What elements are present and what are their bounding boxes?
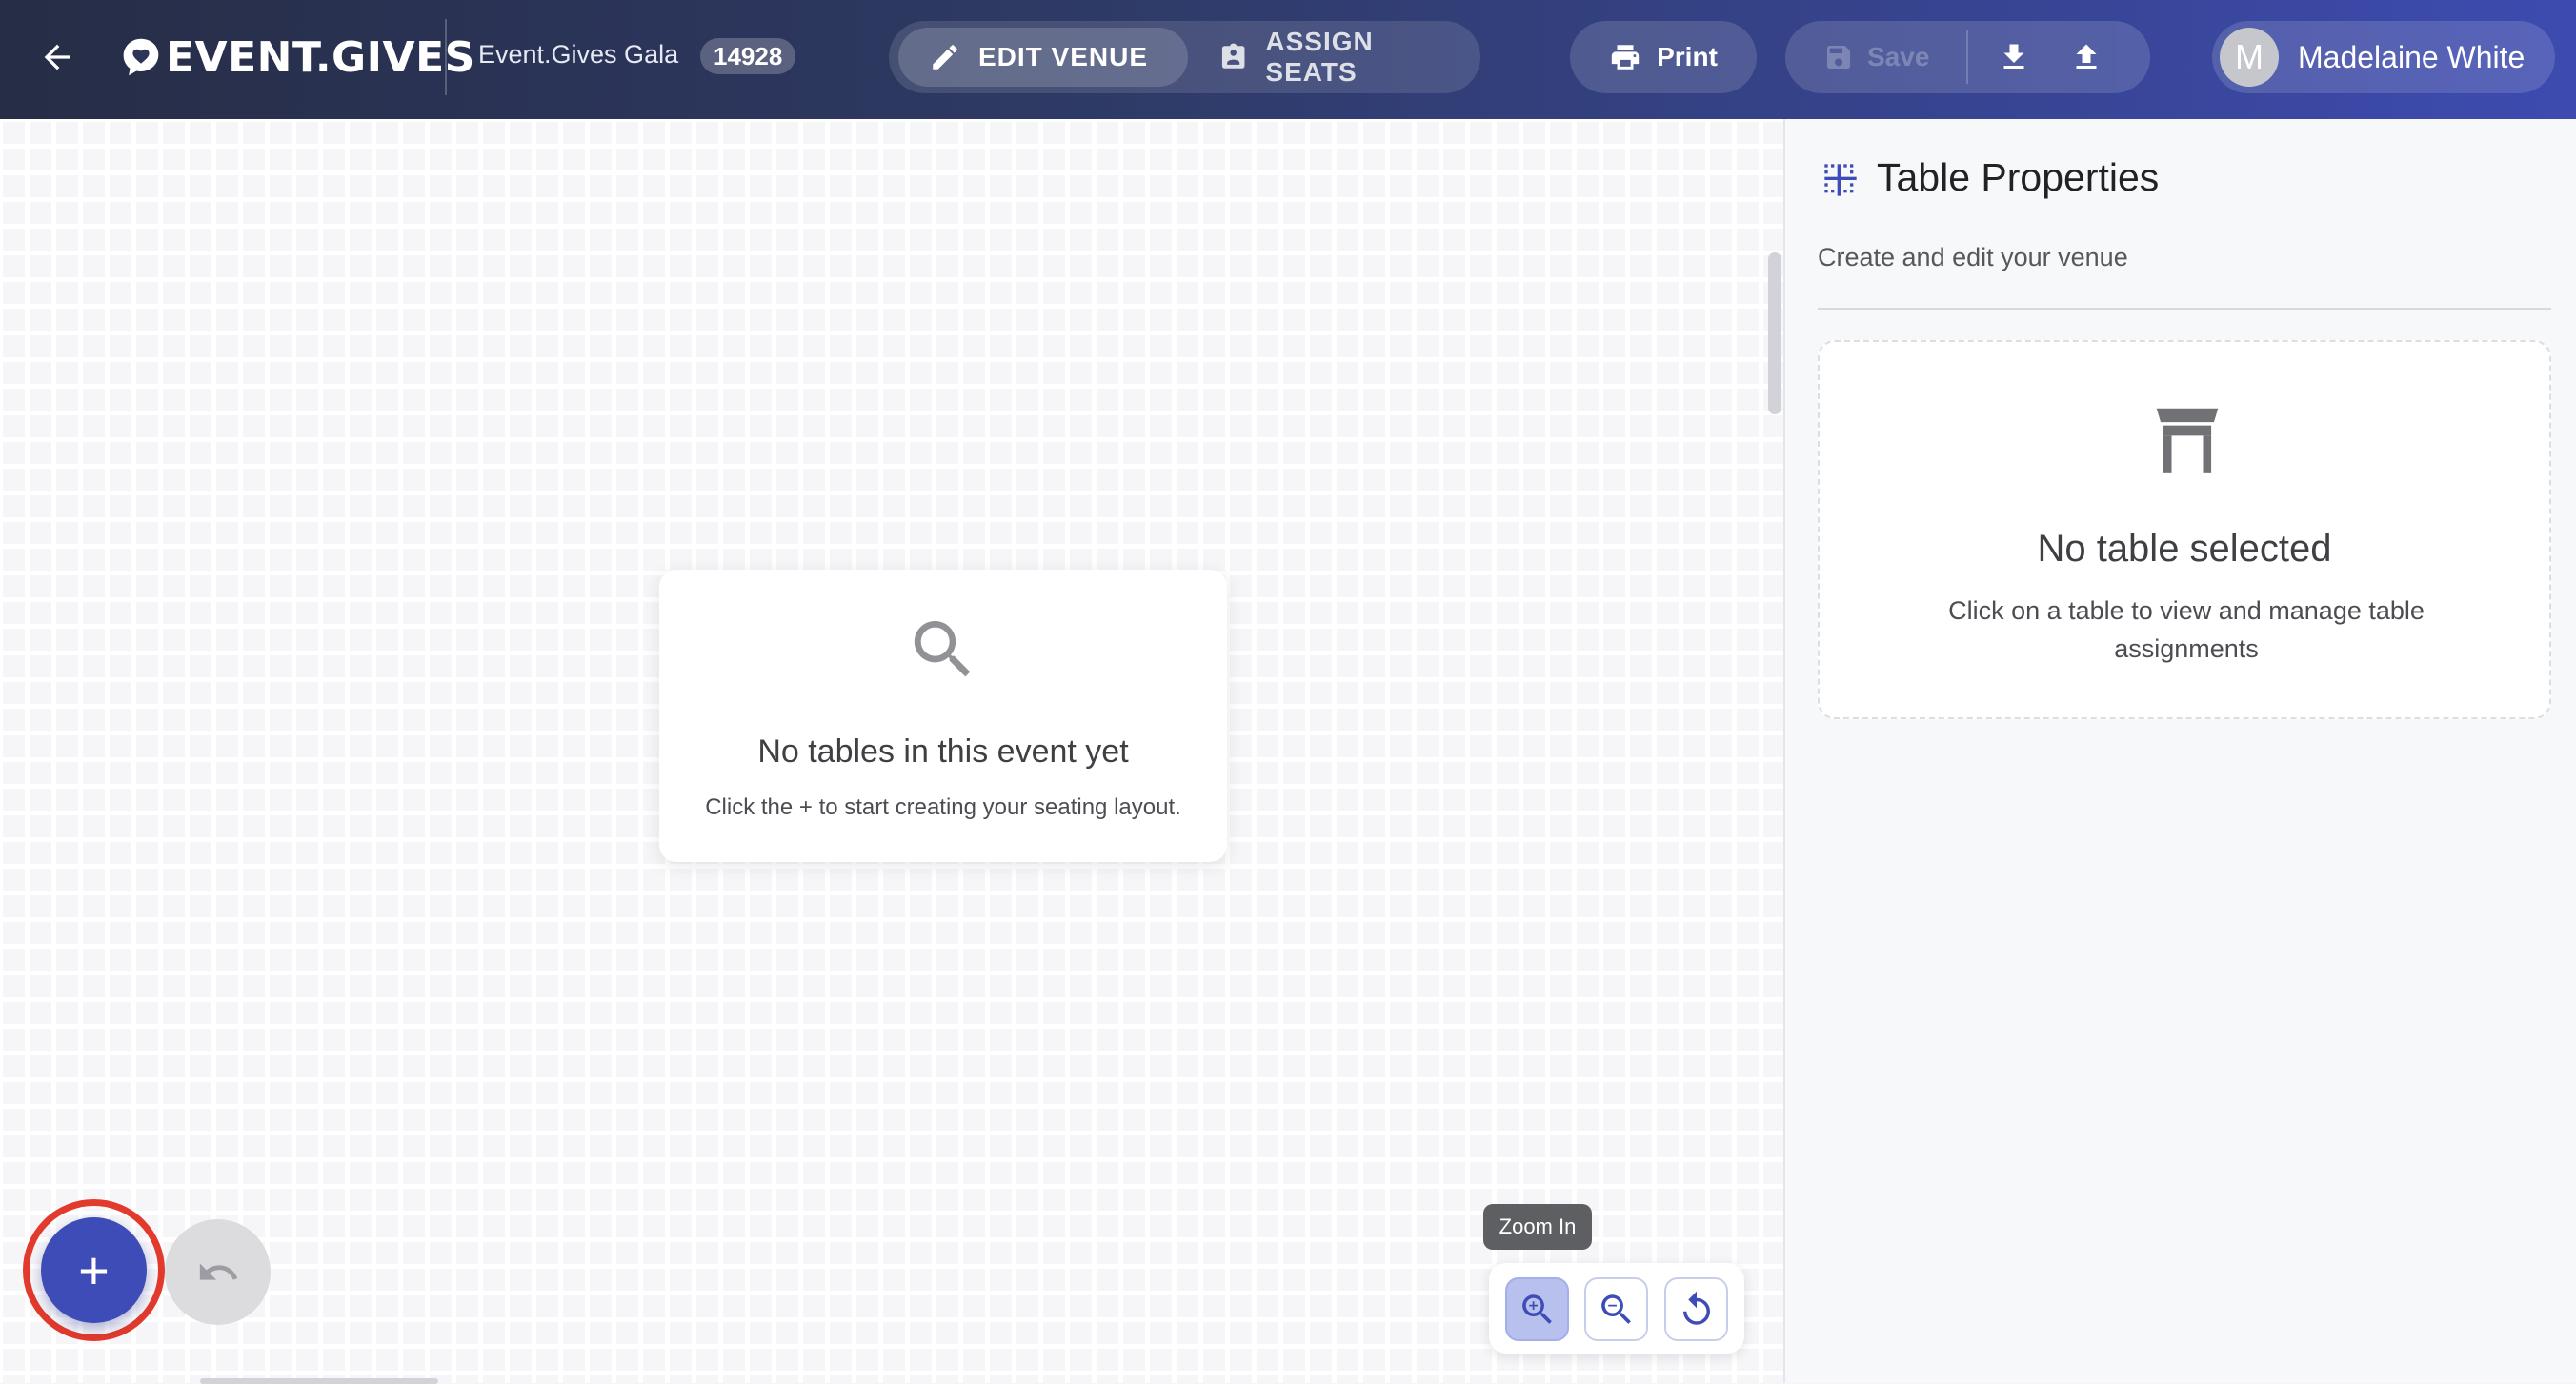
- top-bar: EVENT.GIVES Event.Gives Gala 14928 EDIT …: [0, 0, 2576, 119]
- pencil-icon: [933, 45, 957, 70]
- download-button[interactable]: [1991, 34, 2037, 80]
- reset-zoom-button[interactable]: [1664, 1277, 1728, 1341]
- upload-icon: [2076, 44, 2097, 69]
- user-name: Madelaine White: [2298, 39, 2526, 74]
- canvas-vertical-scrollbar[interactable]: [1768, 252, 1781, 414]
- assign-seats-button[interactable]: ASSIGN SEATS: [1196, 27, 1480, 87]
- back-button[interactable]: [32, 32, 82, 82]
- add-table-button[interactable]: +: [41, 1217, 147, 1323]
- zoom-out-button[interactable]: [1584, 1277, 1648, 1341]
- heart-logo-icon: [123, 38, 159, 76]
- no-selection-card: No table selected Click on a table to vi…: [1818, 340, 2551, 719]
- no-table-title: No table selected: [2037, 528, 2332, 570]
- undo-icon: [199, 1262, 237, 1280]
- print-button[interactable]: Print: [1570, 21, 1757, 93]
- zoom-in-tooltip: Zoom In: [1483, 1204, 1592, 1250]
- print-label: Print: [1657, 42, 1718, 71]
- zoom-in-button[interactable]: [1505, 1277, 1569, 1341]
- empty-state-title: No tables in this event yet: [757, 733, 1129, 770]
- panel-subtitle: Create and edit your venue: [1818, 243, 2128, 271]
- header-divider: [445, 19, 447, 95]
- upload-button[interactable]: [2063, 34, 2109, 80]
- arrow-left-icon: [44, 44, 70, 70]
- zoom-in-icon: [1521, 1294, 1552, 1324]
- logo-text: EVENT.GIVES: [166, 32, 475, 82]
- table-properties-panel: Table Properties Create and edit your ve…: [1783, 119, 2576, 1383]
- zoom-out-icon: [1600, 1294, 1631, 1324]
- panel-divider: [1818, 308, 2551, 310]
- table-icon: [2156, 408, 2219, 473]
- avatar: M: [2220, 28, 2279, 87]
- grid-icon: [1824, 164, 1857, 196]
- save-button[interactable]: Save: [1823, 29, 1929, 86]
- download-icon: [2003, 44, 2024, 69]
- printer-icon: [1611, 45, 1640, 70]
- mode-toggle-group: EDIT VENUE ASSIGN SEATS: [889, 21, 1480, 93]
- empty-state-card: No tables in this event yet Click the + …: [659, 570, 1227, 862]
- logo[interactable]: EVENT.GIVES: [120, 30, 475, 84]
- save-label: Save: [1867, 42, 1930, 71]
- undo-button[interactable]: [165, 1219, 271, 1325]
- empty-state-subtitle: Click the + to start creating your seati…: [705, 794, 1181, 820]
- panel-title: Table Properties: [1877, 155, 2160, 199]
- refresh-icon: [1682, 1291, 1710, 1325]
- file-actions-group: Save: [1785, 21, 2150, 93]
- zoom-controls: [1489, 1263, 1744, 1354]
- edit-venue-button[interactable]: EDIT VENUE: [898, 28, 1188, 87]
- edit-venue-label: EDIT VENUE: [978, 42, 1149, 71]
- canvas-horizontal-scrollbar[interactable]: [200, 1378, 438, 1384]
- event-id-badge: 14928: [700, 38, 796, 74]
- badge-icon: [1221, 43, 1245, 69]
- floppy-icon: [1827, 46, 1850, 69]
- event-name: Event.Gives Gala: [478, 40, 679, 69]
- actions-divider: [1966, 30, 1968, 84]
- user-menu[interactable]: M Madelaine White: [2212, 21, 2555, 93]
- search-icon: [914, 621, 971, 677]
- no-table-description: Click on a table to view and manage tabl…: [1948, 596, 2425, 663]
- assign-seats-label: ASSIGN SEATS: [1265, 27, 1374, 87]
